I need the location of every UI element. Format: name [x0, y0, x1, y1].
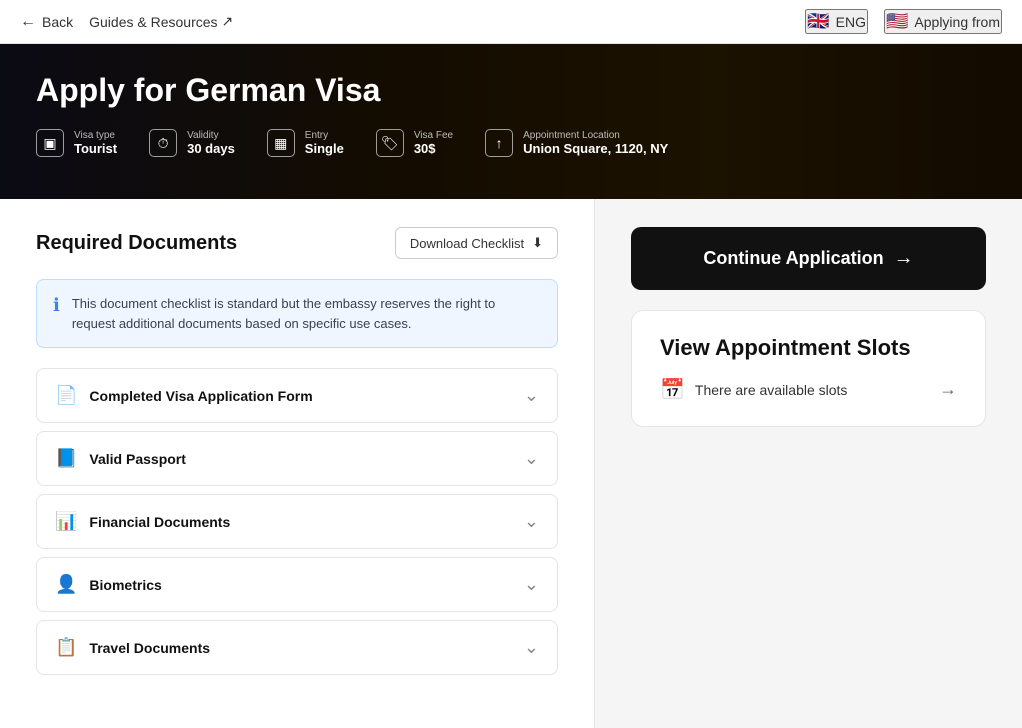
- info-icon: ℹ: [53, 295, 60, 316]
- calendar-icon: 📅: [660, 377, 685, 402]
- us-flag-icon: 🇺🇸: [886, 11, 908, 32]
- biometrics-chevron-icon: ⌄: [524, 574, 539, 595]
- appointment-card: View Appointment Slots 📅 There are avail…: [631, 310, 986, 427]
- slot-left: 📅 There are available slots: [660, 377, 847, 402]
- visa-fee-value: 30$: [414, 141, 453, 156]
- left-panel: Required Documents Download Checklist ⬇ …: [0, 199, 595, 728]
- hero-section: Apply for German Visa ▣ Visa type Touris…: [0, 44, 1022, 199]
- meta-visa-fee: 🏷 Visa Fee 30$: [376, 129, 453, 157]
- appointment-location-value: Union Square, 1120, NY: [523, 141, 668, 156]
- back-arrow-icon: ←: [20, 13, 36, 31]
- meta-visa-type: ▣ Visa type Tourist: [36, 129, 117, 157]
- document-list: 📄 Completed Visa Application Form ⌄ 📘 Va…: [36, 368, 558, 675]
- download-icon: ⬇: [532, 235, 543, 251]
- visa-fee-icon: 🏷: [376, 129, 404, 157]
- valid-passport-icon: 📘: [55, 448, 77, 469]
- financial-documents-icon: 📊: [55, 511, 77, 532]
- info-text: This document checklist is standard but …: [72, 294, 541, 333]
- section-title: Required Documents: [36, 232, 237, 255]
- external-link-icon: ↗: [222, 13, 234, 30]
- completed-visa-form-chevron-icon: ⌄: [524, 385, 539, 406]
- meta-appointment-location: ↑ Appointment Location Union Square, 112…: [485, 129, 668, 157]
- hero-content: Apply for German Visa ▣ Visa type Touris…: [0, 44, 1022, 173]
- visa-type-icon: ▣: [36, 129, 64, 157]
- doc-item-biometrics[interactable]: 👤 Biometrics ⌄: [36, 557, 558, 612]
- doc-item-valid-passport[interactable]: 📘 Valid Passport ⌄: [36, 431, 558, 486]
- financial-documents-chevron-icon: ⌄: [524, 511, 539, 532]
- meta-validity: ⏱ Validity 30 days: [149, 129, 235, 157]
- validity-icon: ⏱: [149, 129, 177, 157]
- doc-item-financial-documents[interactable]: 📊 Financial Documents ⌄: [36, 494, 558, 549]
- travel-documents-name: Travel Documents: [89, 640, 210, 656]
- slot-arrow-icon[interactable]: →: [939, 379, 957, 400]
- entry-value: Single: [305, 141, 344, 156]
- info-box: ℹ This document checklist is standard bu…: [36, 279, 558, 348]
- download-checklist-button[interactable]: Download Checklist ⬇: [395, 227, 558, 259]
- applying-from-button[interactable]: 🇺🇸 Applying from: [884, 9, 1002, 34]
- guides-label: Guides & Resources: [89, 14, 217, 30]
- visa-type-value: Tourist: [74, 141, 117, 156]
- completed-visa-form-icon: 📄: [55, 385, 77, 406]
- valid-passport-chevron-icon: ⌄: [524, 448, 539, 469]
- doc-item-completed-visa-form[interactable]: 📄 Completed Visa Application Form ⌄: [36, 368, 558, 423]
- biometrics-icon: 👤: [55, 574, 77, 595]
- page-title: Apply for German Visa: [36, 72, 986, 109]
- language-button[interactable]: 🇬🇧 ENG: [805, 9, 868, 34]
- travel-documents-icon: 📋: [55, 637, 77, 658]
- back-label: Back: [42, 14, 73, 30]
- appointment-title: View Appointment Slots: [660, 335, 957, 361]
- nav-left: ← Back Guides & Resources ↗: [20, 13, 233, 31]
- nav-right: 🇬🇧 ENG 🇺🇸 Applying from: [805, 9, 1002, 34]
- applying-from-label: Applying from: [914, 14, 1000, 30]
- section-header: Required Documents Download Checklist ⬇: [36, 227, 558, 259]
- visa-type-label: Visa type: [74, 130, 117, 141]
- guides-link[interactable]: Guides & Resources ↗: [89, 13, 233, 30]
- continue-application-button[interactable]: Continue Application →: [631, 227, 986, 290]
- appointment-location-label: Appointment Location: [523, 130, 668, 141]
- appointment-location-icon: ↑: [485, 129, 513, 157]
- visa-fee-label: Visa Fee: [414, 130, 453, 141]
- doc-item-travel-documents[interactable]: 📋 Travel Documents ⌄: [36, 620, 558, 675]
- uk-flag-icon: 🇬🇧: [807, 11, 829, 32]
- download-checklist-label: Download Checklist: [410, 236, 524, 251]
- travel-documents-chevron-icon: ⌄: [524, 637, 539, 658]
- entry-label: Entry: [305, 130, 344, 141]
- validity-label: Validity: [187, 130, 235, 141]
- continue-application-label: Continue Application: [703, 248, 883, 269]
- biometrics-name: Biometrics: [89, 577, 161, 593]
- valid-passport-name: Valid Passport: [89, 451, 185, 467]
- entry-icon: ▦: [267, 129, 295, 157]
- top-navigation: ← Back Guides & Resources ↗ 🇬🇧 ENG 🇺🇸 Ap…: [0, 0, 1022, 44]
- continue-arrow-icon: →: [894, 247, 914, 270]
- validity-value: 30 days: [187, 141, 235, 156]
- main-layout: Required Documents Download Checklist ⬇ …: [0, 199, 1022, 728]
- slots-available-text: There are available slots: [695, 382, 848, 398]
- meta-entry: ▦ Entry Single: [267, 129, 344, 157]
- appointment-slots: 📅 There are available slots →: [660, 377, 957, 402]
- language-label: ENG: [836, 14, 866, 30]
- back-button[interactable]: ← Back: [20, 13, 73, 31]
- completed-visa-form-name: Completed Visa Application Form: [89, 388, 312, 404]
- hero-meta: ▣ Visa type Tourist ⏱ Validity 30 days ▦…: [36, 129, 986, 157]
- financial-documents-name: Financial Documents: [89, 514, 230, 530]
- right-panel: Continue Application → View Appointment …: [595, 199, 1022, 728]
